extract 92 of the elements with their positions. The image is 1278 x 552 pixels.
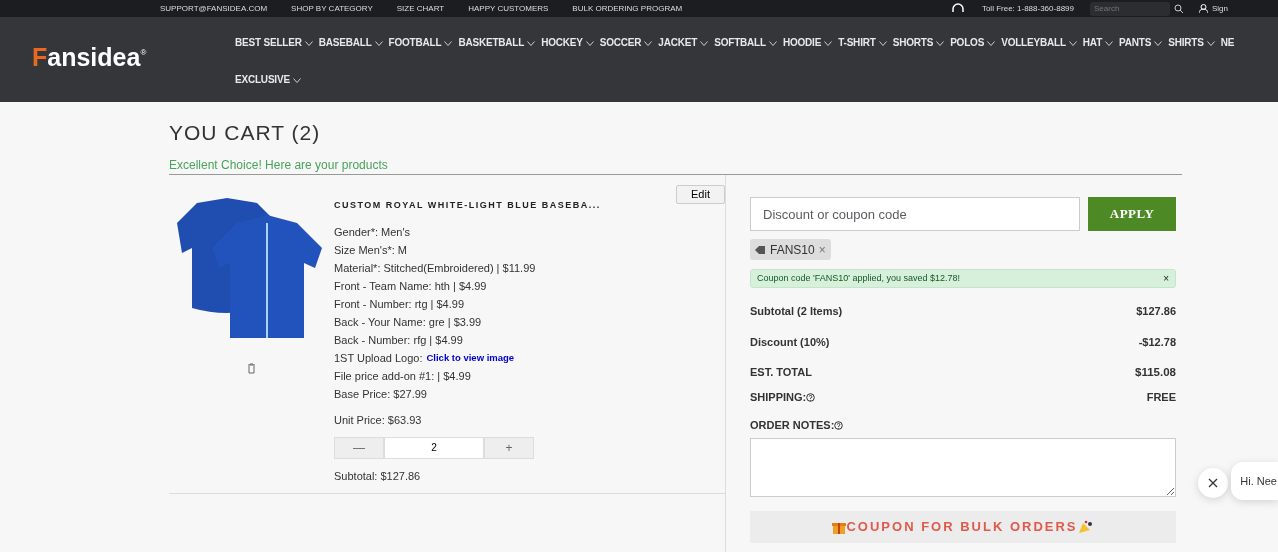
menu-item[interactable]: HAT: [1082, 36, 1114, 50]
option-text: Front - Number: rtg | $4.99: [334, 296, 466, 312]
chevron-down-icon: [824, 40, 833, 46]
chevron-down-icon: [304, 40, 313, 46]
coupon-code: FANS10: [770, 241, 815, 259]
item-subtotal: Subtotal: $127.86: [334, 468, 422, 484]
headset-icon: [949, 2, 966, 15]
summary-value: -$12.78: [1138, 335, 1176, 350]
phone-number: Toll Free: 1-888-360-8899: [981, 2, 1074, 15]
menu-item[interactable]: BEST SELLER: [235, 36, 313, 50]
summary-value: $115.08: [1135, 365, 1176, 380]
menu-item[interactable]: FOOTBALL: [388, 36, 453, 50]
apply-button[interactable]: APPLY: [1088, 197, 1176, 231]
help-icon: [834, 421, 844, 430]
tag-icon: [755, 244, 766, 255]
close-alert-button[interactable]: ×: [1163, 273, 1169, 284]
menu-item[interactable]: BASEBALL: [318, 36, 383, 50]
menu-item[interactable]: HOODIE: [782, 36, 833, 50]
chevron-down-icon: [1068, 40, 1077, 46]
menu-item[interactable]: SHIRTS: [1168, 36, 1215, 50]
menu-item[interactable]: SOCCER: [599, 36, 653, 50]
top-link[interactable]: HAPPY CUSTOMERS: [468, 2, 549, 15]
option-text: Gender*: Men's: [334, 224, 412, 240]
menu-item[interactable]: SHORTS: [892, 36, 945, 50]
top-link[interactable]: SIZE CHART: [396, 2, 445, 15]
chevron-down-icon: [1206, 40, 1215, 46]
option-text: Front - Team Name: hth | $4.99: [334, 278, 488, 294]
menu-item[interactable]: PANTS: [1119, 36, 1163, 50]
chevron-down-icon: [700, 40, 709, 46]
chevron-down-icon: [768, 40, 777, 46]
menu-item[interactable]: NE: [1220, 36, 1235, 50]
menu-item[interactable]: EXCLUSIVE: [235, 73, 301, 87]
option-text: Back - Number: rfg | $4.99: [334, 332, 464, 348]
option-text: Material*: Stitched(Embroidered) | $11.99: [334, 260, 537, 276]
chevron-down-icon: [527, 40, 536, 46]
summary-label: Subtotal (2 Items): [750, 304, 843, 319]
menu-item[interactable]: SOFTBALL: [714, 36, 777, 50]
search-icon: [1174, 4, 1183, 13]
summary-value: $127.86: [1136, 304, 1176, 319]
chat-close-button[interactable]: [1198, 468, 1228, 498]
summary-label: SHIPPING:: [750, 390, 807, 405]
edit-button[interactable]: Edit: [676, 185, 725, 204]
menu-item[interactable]: BASKETBALL: [458, 36, 536, 50]
menu-item[interactable]: VOLLEYBALL: [1001, 36, 1077, 50]
quantity-field[interactable]: 2: [384, 436, 484, 459]
product-name[interactable]: CUSTOM ROYAL WHITE-LIGHT BLUE BASEBA...: [334, 199, 601, 213]
option-text: Base Price: $27.99: [334, 386, 428, 402]
chevron-down-icon: [1154, 40, 1163, 46]
minus-button[interactable]: —: [334, 436, 384, 459]
summary-value: FREE: [1146, 390, 1176, 405]
chat-bubble[interactable]: Hi. Nee: [1231, 462, 1278, 500]
summary-label: Discount (10%): [750, 335, 830, 350]
alert-message: Coupon code 'FANS10' applied, you saved $12.78!: [757, 273, 961, 284]
gift-icon: [832, 520, 847, 534]
chevron-down-icon: [987, 40, 996, 46]
top-link[interactable]: BULK ORDERING PROGRAM: [572, 2, 683, 15]
chevron-down-icon: [644, 40, 653, 46]
menu-item[interactable]: T-SHIRT: [838, 36, 887, 50]
menu-item[interactable]: JACKET: [658, 36, 709, 50]
menu-item[interactable]: POLOS: [950, 36, 996, 50]
top-link[interactable]: SUPPORT@FANSIDEA.COM: [160, 2, 268, 15]
summary-label: EST. TOTAL: [750, 365, 812, 380]
chevron-down-icon: [292, 77, 301, 83]
chevron-down-icon: [1105, 40, 1114, 46]
notes-label: ORDER NOTES:: [750, 418, 835, 433]
chevron-down-icon: [585, 40, 594, 46]
coupon-field[interactable]: Discount or coupon code: [750, 197, 1081, 231]
option-text: Back - Your Name: gre | $3.99: [334, 314, 483, 330]
logo[interactable]: Fansidea$^{®}$: [32, 45, 182, 70]
chevron-down-icon: [374, 40, 383, 46]
party-popper-icon: [1077, 520, 1094, 534]
bulk-title: COUPON FOR BULK ORDERS: [846, 518, 1078, 537]
top-link[interactable]: SHOP BY CATEGORY: [291, 2, 373, 15]
trash-icon[interactable]: [247, 363, 256, 374]
close-icon: [1208, 478, 1218, 488]
menu-item[interactable]: HOCKEY: [541, 36, 594, 50]
help-icon: [806, 393, 816, 402]
order-notes-field[interactable]: [750, 438, 1176, 497]
chevron-down-icon: [878, 40, 887, 46]
user-icon: [1199, 4, 1208, 13]
view-image-link[interactable]: Click to view image: [426, 348, 515, 367]
page-title: YOU CART (2): [169, 120, 322, 146]
plus-button[interactable]: +: [484, 436, 534, 459]
chevron-down-icon: [444, 40, 453, 46]
account-link[interactable]: Sign: [1212, 2, 1228, 15]
option-label: 1ST Upload Logo:: [334, 350, 423, 366]
unit-price: Unit Price: $63.93: [334, 412, 423, 428]
option-text: File price add-on #1: | $4.99: [334, 368, 472, 384]
search-field[interactable]: Search: [1090, 1, 1170, 16]
cart-subtitle: Excellent Choice! Here are your products: [169, 158, 1182, 175]
option-text: Size Men's*: M: [334, 242, 408, 258]
chevron-down-icon: [936, 40, 945, 46]
